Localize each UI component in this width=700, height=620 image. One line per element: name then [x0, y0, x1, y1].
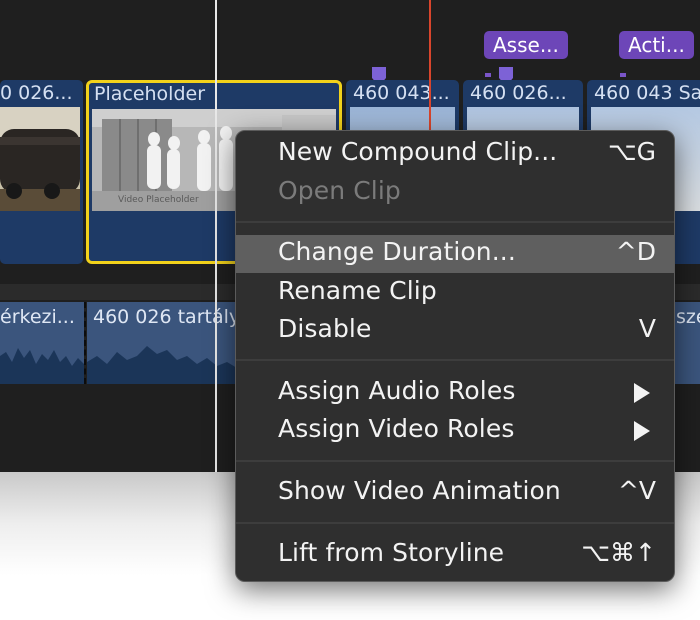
- menu-item-shortcut: ⌥⌘↑: [581, 538, 656, 567]
- audio-clip[interactable]: érkezi...: [0, 302, 84, 384]
- menu-item-label: Show Video Animation: [278, 476, 561, 505]
- audio-clip[interactable]: sze: [672, 302, 700, 384]
- menu-item-show-video-animation[interactable]: Show Video Animation ^V: [236, 474, 674, 512]
- audio-clip-title: sze: [676, 306, 700, 328]
- menu-item-label: Disable: [278, 314, 372, 343]
- menu-item-shortcut: V: [638, 314, 656, 343]
- marker-tick: [620, 73, 626, 77]
- clip-title: 460 043 Sa: [594, 82, 700, 104]
- menu-separator: [236, 522, 674, 524]
- clip-tanker[interactable]: 0 026...: [0, 80, 83, 264]
- menu-item-label: Lift from Storyline: [278, 538, 505, 567]
- menu-item-label: Assign Video Roles: [278, 414, 515, 443]
- menu-item-label: New Compound Clip...: [278, 137, 558, 166]
- audio-clip-title: 460 026 tartály: [93, 306, 241, 328]
- waveform: [0, 348, 84, 384]
- clip-title: 460 043...: [353, 82, 450, 104]
- menu-item-assign-audio-roles[interactable]: Assign Audio Roles: [236, 374, 674, 412]
- menu-item-assign-video-roles[interactable]: Assign Video Roles: [236, 412, 674, 450]
- marker-tick: [485, 73, 491, 77]
- submenu-arrow-icon: [634, 421, 650, 441]
- menu-separator: [236, 221, 674, 223]
- clip-title: Placeholder: [94, 83, 206, 105]
- menu-item-label: Open Clip: [278, 176, 401, 205]
- marker-assets[interactable]: Asse...: [484, 31, 568, 59]
- clip-title: 460 026...: [470, 82, 567, 104]
- submenu-arrow-icon: [634, 383, 650, 403]
- menu-item-label: Rename Clip: [278, 276, 437, 305]
- menu-item-change-duration[interactable]: Change Duration... ^D: [236, 235, 674, 273]
- placeholder-caption: Video Placeholder: [118, 195, 199, 205]
- menu-item-rename-clip[interactable]: Rename Clip: [236, 274, 674, 312]
- menu-separator: [236, 460, 674, 462]
- menu-item-disable[interactable]: Disable V: [236, 312, 674, 350]
- menu-item-shortcut: ⌥G: [607, 137, 656, 166]
- menu-item-shortcut: ^D: [615, 237, 656, 266]
- menu-separator: [236, 359, 674, 361]
- menu-item-label: Assign Audio Roles: [278, 376, 516, 405]
- menu-item-new-compound-clip[interactable]: New Compound Clip... ⌥G: [236, 135, 674, 173]
- menu-item-open-clip: Open Clip: [236, 174, 674, 212]
- menu-item-label: Change Duration...: [278, 237, 516, 266]
- audio-clip-title: érkezi...: [0, 306, 75, 328]
- skimmer[interactable]: [215, 0, 217, 472]
- menu-item-lift-from-storyline[interactable]: Lift from Storyline ⌥⌘↑: [236, 536, 674, 574]
- clip-thumbnail: [0, 107, 80, 211]
- menu-item-shortcut: ^V: [617, 476, 656, 505]
- marker-action[interactable]: Acti...: [619, 31, 694, 59]
- clip-title: 0 026...: [0, 82, 73, 104]
- context-menu: New Compound Clip... ⌥G Open Clip Change Du…: [235, 130, 675, 582]
